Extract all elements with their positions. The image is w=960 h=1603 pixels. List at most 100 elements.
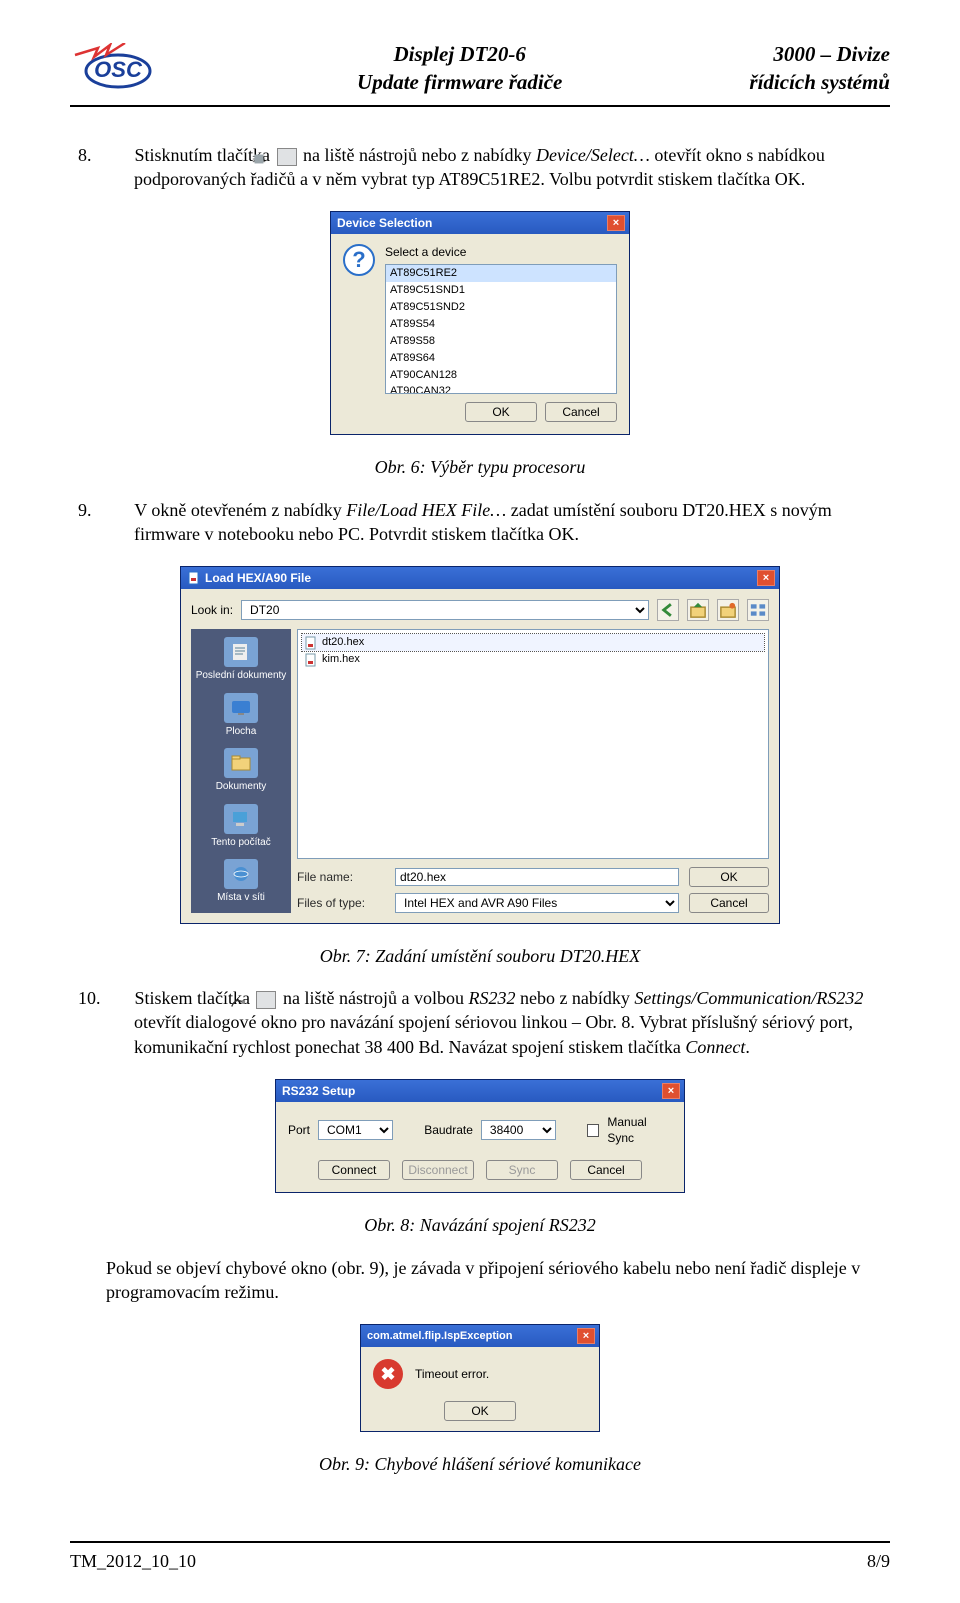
step-10-menu: Settings/Communication/RS232: [634, 988, 863, 1008]
step-8-number: 8.: [106, 143, 130, 167]
sidebar-documents[interactable]: Dokumenty: [195, 748, 287, 794]
header-right-line1: 3000 – Divize: [749, 40, 890, 68]
step-10-rs232: RS232: [468, 988, 520, 1008]
load-dialog-title: Load HEX/A90 File: [205, 570, 311, 586]
close-icon[interactable]: ×: [757, 570, 775, 586]
file-list[interactable]: dt20.hex kim.hex: [297, 629, 769, 859]
figure-8-caption: Obr. 8: Navázání spojení RS232: [70, 1213, 890, 1237]
sidebar-network[interactable]: Místa v síti: [195, 859, 287, 905]
device-list-item[interactable]: AT89C51RE2: [386, 265, 616, 282]
back-icon[interactable]: [657, 599, 679, 621]
rs232-title: RS232 Setup: [282, 1083, 355, 1099]
filename-input[interactable]: [395, 868, 679, 886]
rs232-setup-dialog: RS232 Setup × Port COM1 Baudrate 38400 M…: [275, 1079, 685, 1193]
manual-sync-checkbox[interactable]: [587, 1124, 599, 1137]
ok-button[interactable]: OK: [444, 1401, 516, 1421]
ok-button[interactable]: OK: [465, 402, 537, 422]
device-prompt: Select a device: [385, 244, 617, 260]
exception-message: Timeout error.: [415, 1366, 489, 1382]
page-footer: TM_2012_10_10 8/9: [70, 1541, 890, 1573]
header-right-line2: řídicích systémů: [749, 68, 890, 96]
step-8-menu: Device/Select…: [536, 145, 654, 165]
figure-7-caption: Obr. 7: Zadání umístění souboru DT20.HEX: [70, 944, 890, 968]
port-combo[interactable]: COM1: [318, 1120, 393, 1140]
sidebar-label: Dokumenty: [195, 780, 287, 794]
sidebar-computer[interactable]: Tento počítač: [195, 804, 287, 850]
cable-icon: [256, 991, 276, 1009]
step-10-number: 10.: [106, 986, 130, 1010]
new-folder-icon[interactable]: [717, 599, 739, 621]
sidebar-label: Tento počítač: [195, 836, 287, 850]
device-list[interactable]: AT89C51RE2 AT89C51SND1 AT89C51SND2 AT89S…: [385, 264, 617, 394]
step-10-text-h: .: [745, 1037, 750, 1057]
step-9-menu: File/Load HEX File…: [346, 500, 510, 520]
file-name: kim.hex: [322, 652, 360, 667]
step-9: 9. V okně otevřeném z nabídky File/Load …: [106, 498, 890, 547]
chip-icon: [277, 148, 297, 166]
svg-text:OSC: OSC: [94, 57, 143, 82]
header-title-right: 3000 – Divize řídicích systémů: [749, 40, 890, 97]
filetype-label: Files of type:: [297, 895, 385, 911]
baud-combo[interactable]: 38400: [481, 1120, 556, 1140]
device-dialog-titlebar: Device Selection ×: [331, 212, 629, 234]
cancel-button[interactable]: Cancel: [570, 1160, 642, 1180]
figure-6-caption: Obr. 6: Výběr typu procesoru: [70, 455, 890, 479]
footer-right: 8/9: [867, 1549, 890, 1573]
step-10-connect: Connect: [685, 1037, 745, 1057]
cancel-button[interactable]: Cancel: [545, 402, 617, 422]
cancel-button[interactable]: Cancel: [689, 893, 769, 913]
device-list-item[interactable]: AT90CAN32: [386, 383, 616, 394]
connect-button[interactable]: Connect: [318, 1160, 390, 1180]
device-list-item[interactable]: AT89S54: [386, 316, 616, 333]
footer-left: TM_2012_10_10: [70, 1549, 196, 1573]
page-header: OSC Displej DT20-6 Update firmware řadič…: [70, 40, 890, 107]
close-icon[interactable]: ×: [577, 1328, 595, 1344]
device-list-item[interactable]: AT89S58: [386, 333, 616, 350]
file-row[interactable]: dt20.hex: [302, 634, 764, 651]
close-icon[interactable]: ×: [662, 1083, 680, 1099]
header-title-center: Displej DT20-6 Update firmware řadiče: [210, 40, 709, 97]
error-icon: ✖: [373, 1359, 403, 1389]
sidebar-label: Poslední dokumenty: [195, 669, 287, 683]
filename-label: File name:: [297, 869, 385, 885]
file-name: dt20.hex: [322, 635, 364, 650]
step-8: 8. Stisknutím tlačítka na liště nástrojů…: [106, 143, 890, 192]
lookin-combo[interactable]: DT20: [241, 600, 649, 620]
logo-osc: OSC: [70, 43, 170, 93]
device-list-item[interactable]: AT89S64: [386, 350, 616, 367]
device-dialog-title: Device Selection: [337, 215, 432, 231]
load-dialog-titlebar: Load HEX/A90 File ×: [181, 567, 779, 589]
device-list-item[interactable]: AT89C51SND1: [386, 282, 616, 299]
file-row[interactable]: kim.hex: [302, 651, 764, 668]
step-10: 10. Stiskem tlačítka na liště nástrojů a…: [106, 986, 890, 1059]
sidebar-recent[interactable]: Poslední dokumenty: [195, 637, 287, 683]
sync-button[interactable]: Sync: [486, 1160, 558, 1180]
baud-label: Baudrate: [424, 1122, 473, 1138]
file-icon: [304, 653, 318, 667]
figure-9-caption: Obr. 9: Chybové hlášení sériové komunika…: [70, 1452, 890, 1476]
device-list-item[interactable]: AT90CAN128: [386, 367, 616, 384]
ok-button[interactable]: OK: [689, 867, 769, 887]
disconnect-button[interactable]: Disconnect: [402, 1160, 474, 1180]
sidebar-label: Místa v síti: [195, 891, 287, 905]
step-9-text-a: V okně otevřeném z nabídky: [134, 500, 346, 520]
lookin-label: Look in:: [191, 602, 233, 618]
step-8-text-b: na liště nástrojů nebo z nabídky: [303, 145, 536, 165]
up-icon[interactable]: [687, 599, 709, 621]
sidebar-desktop[interactable]: Plocha: [195, 693, 287, 739]
sidebar-label: Plocha: [195, 725, 287, 739]
device-list-item[interactable]: AT89C51SND2: [386, 299, 616, 316]
filetype-combo[interactable]: Intel HEX and AVR A90 Files: [395, 893, 679, 913]
close-icon[interactable]: ×: [607, 215, 625, 231]
manual-sync-label: Manual Sync: [607, 1114, 672, 1146]
step-10-text-b: na liště nástrojů a volbou: [283, 988, 468, 1008]
step-10-text-d: nebo z nabídky: [520, 988, 634, 1008]
exception-title: com.atmel.flip.IspException: [367, 1329, 512, 1344]
load-hex-dialog: Load HEX/A90 File × Look in: DT20: [180, 566, 780, 924]
device-selection-dialog: Device Selection × ? Select a device AT8…: [330, 211, 630, 435]
header-title-line1: Displej DT20-6: [210, 40, 709, 68]
exception-titlebar: com.atmel.flip.IspException ×: [361, 1325, 599, 1347]
question-icon: ?: [343, 244, 375, 276]
view-menu-icon[interactable]: [747, 599, 769, 621]
header-title-line2: Update firmware řadiče: [210, 68, 709, 96]
